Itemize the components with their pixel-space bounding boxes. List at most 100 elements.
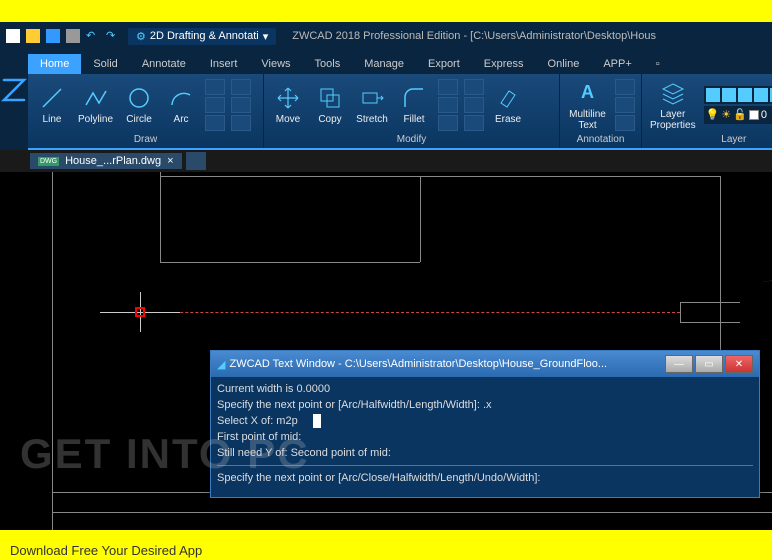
app-logo[interactable] xyxy=(0,50,28,130)
save-icon[interactable] xyxy=(46,29,60,43)
copy-icon xyxy=(316,84,344,112)
tab-annotate[interactable]: Annotate xyxy=(130,54,198,74)
layer-tool-icon[interactable] xyxy=(738,88,752,102)
layer-tool-icon[interactable] xyxy=(706,88,720,102)
tab-tools[interactable]: Tools xyxy=(303,54,353,74)
tab-app[interactable]: APP+ xyxy=(591,54,643,74)
document-tabs: DWG House_...rPlan.dwg × xyxy=(0,150,772,172)
drawing-arc xyxy=(722,172,772,282)
tab-home[interactable]: Home xyxy=(28,54,81,74)
tab-export[interactable]: Export xyxy=(416,54,472,74)
redo-icon[interactable]: ↷ xyxy=(106,29,120,43)
cmd-line: Current width is 0.0000 xyxy=(217,381,753,397)
quick-access-toolbar: ↶ ↷ xyxy=(6,29,120,43)
text-window-title: ZWCAD Text Window - C:\Users\Administrat… xyxy=(229,358,665,370)
layer-current-selector[interactable]: 💡 ☀ 🔓 0 xyxy=(704,106,772,124)
panel-layer: Layer Properties 💡 ☀ xyxy=(642,74,772,148)
drawing-line xyxy=(680,302,740,303)
tab-overflow-icon[interactable]: ▫ xyxy=(644,54,672,74)
rect-icon[interactable] xyxy=(205,79,225,95)
pickbox xyxy=(135,307,145,317)
table-icon[interactable] xyxy=(615,115,635,131)
panel-modify: Move Copy Stretch Fillet xyxy=(264,74,560,148)
erase-icon xyxy=(494,84,522,112)
move-button[interactable]: Move xyxy=(268,82,308,127)
print-icon[interactable] xyxy=(66,29,80,43)
array-icon[interactable] xyxy=(464,115,484,131)
panel-draw-title: Draw xyxy=(32,133,259,146)
new-icon[interactable] xyxy=(6,29,20,43)
stretch-icon xyxy=(358,84,386,112)
arc-button[interactable]: Arc xyxy=(161,82,201,127)
circle-button[interactable]: Circle xyxy=(119,82,159,127)
draw-small-tools xyxy=(203,77,227,133)
stretch-button[interactable]: Stretch xyxy=(352,82,392,127)
panel-annotation: A Multiline Text Annotation xyxy=(560,74,642,148)
workspace-label: 2D Drafting & Annotati xyxy=(150,30,259,42)
add-tab-button[interactable] xyxy=(186,152,206,170)
polyline-button[interactable]: Polyline xyxy=(74,82,117,127)
modify-small-2 xyxy=(462,77,486,133)
text-icon: A xyxy=(574,79,602,107)
fillet-icon xyxy=(400,84,428,112)
undo-icon[interactable]: ↶ xyxy=(86,29,100,43)
point-icon[interactable] xyxy=(231,97,251,113)
circle-icon xyxy=(125,84,153,112)
tab-express[interactable]: Express xyxy=(472,54,536,74)
modify-small xyxy=(436,77,460,133)
leader-icon[interactable] xyxy=(615,97,635,113)
layer-tool-icon[interactable] xyxy=(722,88,736,102)
close-button[interactable]: ✕ xyxy=(725,355,753,373)
mtext-button[interactable]: A Multiline Text xyxy=(564,77,611,133)
spline-icon[interactable] xyxy=(231,79,251,95)
layer-tool-icon[interactable] xyxy=(754,88,768,102)
tab-manage[interactable]: Manage xyxy=(352,54,416,74)
ellipse-icon[interactable] xyxy=(205,97,225,113)
dim-icon[interactable] xyxy=(615,79,635,95)
line-icon xyxy=(38,84,66,112)
sun-icon: ☀ xyxy=(721,108,731,121)
fillet-button[interactable]: Fillet xyxy=(394,82,434,127)
tab-views[interactable]: Views xyxy=(249,54,302,74)
open-icon[interactable] xyxy=(26,29,40,43)
layer-controls: 💡 ☀ 🔓 0 xyxy=(702,84,772,126)
text-window-titlebar[interactable]: ◢ ZWCAD Text Window - C:\Users\Administr… xyxy=(211,351,759,377)
lock-icon: 🔓 xyxy=(733,108,747,121)
doc-tab[interactable]: DWG House_...rPlan.dwg × xyxy=(30,153,182,169)
layers-icon xyxy=(659,79,687,107)
titlebar: ↶ ↷ ⚙ 2D Drafting & Annotati ▾ ZWCAD 201… xyxy=(0,22,772,50)
erase-button[interactable]: Erase xyxy=(488,82,528,127)
copy-button[interactable]: Copy xyxy=(310,82,350,127)
panel-layer-title: Layer xyxy=(646,133,772,146)
panel-modify-title: Modify xyxy=(268,133,555,146)
tab-solid[interactable]: Solid xyxy=(81,54,129,74)
region-icon[interactable] xyxy=(231,115,251,131)
hatch-icon[interactable] xyxy=(205,115,225,131)
maximize-button[interactable]: ▭ xyxy=(695,355,723,373)
cmd-line: Select X of: m2p xyxy=(217,413,753,429)
mirror-icon[interactable] xyxy=(438,97,458,113)
app-icon: ◢ xyxy=(217,358,225,371)
annot-small xyxy=(613,77,637,133)
close-tab-icon[interactable]: × xyxy=(167,155,173,167)
extend-icon[interactable] xyxy=(464,97,484,113)
workspace-selector[interactable]: ⚙ 2D Drafting & Annotati ▾ xyxy=(128,28,276,45)
gear-icon: ⚙ xyxy=(136,30,146,43)
layer-props-button[interactable]: Layer Properties xyxy=(646,77,700,133)
rotate-icon[interactable] xyxy=(438,79,458,95)
trim-icon[interactable] xyxy=(464,79,484,95)
line-button[interactable]: Line xyxy=(32,82,72,127)
draw-small-tools-2 xyxy=(229,77,253,133)
lightbulb-icon: 💡 xyxy=(706,108,720,121)
scale-icon[interactable] xyxy=(438,115,458,131)
tab-online[interactable]: Online xyxy=(536,54,592,74)
dwg-icon: DWG xyxy=(38,157,59,166)
arc-icon xyxy=(167,84,195,112)
tab-insert[interactable]: Insert xyxy=(198,54,250,74)
minimize-button[interactable]: — xyxy=(665,355,693,373)
drawing-line xyxy=(720,176,721,376)
watermark: GET INTO PC xyxy=(20,430,310,478)
drawing-line xyxy=(52,512,772,513)
drawing-line xyxy=(160,176,720,177)
chevron-down-icon: ▾ xyxy=(263,30,269,43)
